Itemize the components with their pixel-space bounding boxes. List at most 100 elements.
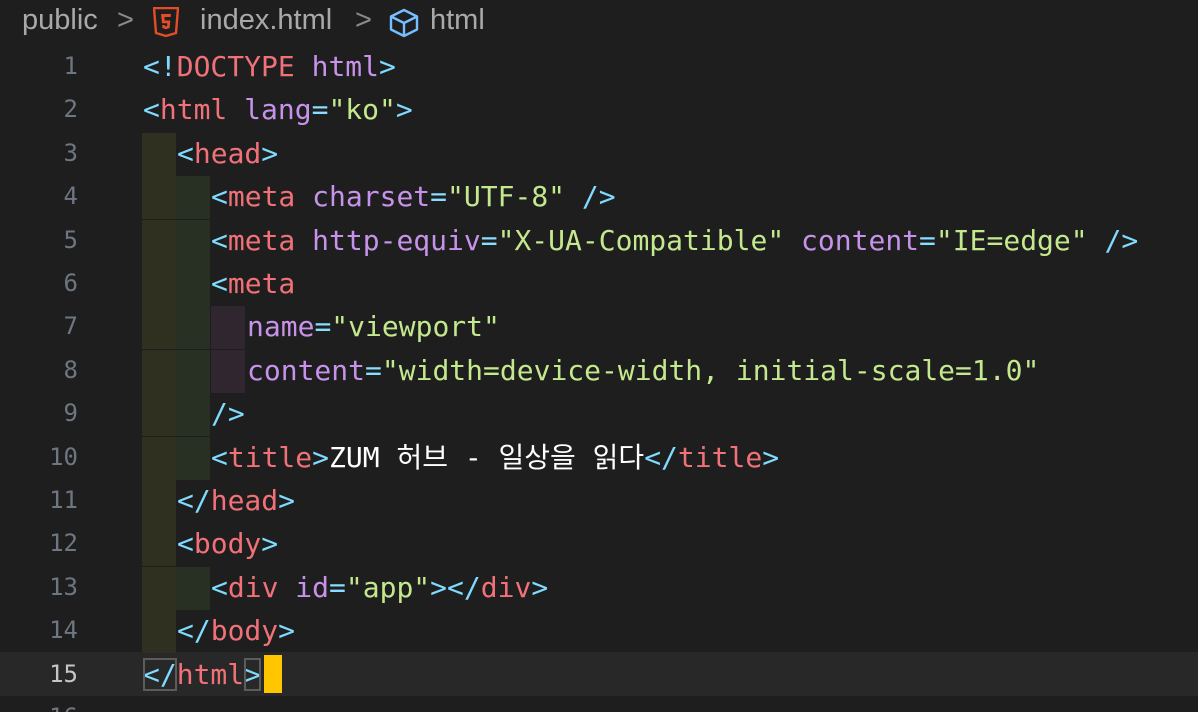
indent-guide bbox=[142, 176, 176, 220]
breadcrumb-separator: > bbox=[355, 4, 372, 36]
code-text[interactable]: <meta http-equiv="X-UA-Compatible" conte… bbox=[211, 223, 1138, 259]
code-text[interactable]: </body> bbox=[177, 613, 295, 649]
html5-icon bbox=[152, 6, 180, 38]
line-number: 13 bbox=[49, 572, 78, 601]
code-token: /> bbox=[1104, 223, 1139, 257]
breadcrumb-file[interactable]: index.html bbox=[200, 4, 332, 37]
code-token: html bbox=[159, 93, 228, 127]
code-token: head bbox=[193, 136, 262, 170]
indent-guide bbox=[176, 349, 210, 393]
code-token: html bbox=[176, 657, 245, 691]
code-token: content bbox=[801, 223, 920, 257]
code-token: body bbox=[210, 614, 279, 648]
code-token: "width=device-width, initial-scale=1.0" bbox=[381, 353, 1040, 387]
breadcrumb-folder[interactable]: public bbox=[22, 4, 98, 37]
code-text[interactable]: <!DOCTYPE html> bbox=[143, 49, 396, 85]
code-line[interactable]: 13 <div id="app"></div> bbox=[0, 566, 1198, 610]
code-text[interactable]: /> bbox=[211, 396, 245, 432]
code-text[interactable]: <meta charset="UTF-8" /> bbox=[211, 179, 616, 215]
code-text[interactable]: <div id="app"></div> bbox=[211, 570, 548, 606]
indent-guide bbox=[176, 219, 210, 263]
code-token: </ bbox=[177, 484, 211, 517]
indent-guide bbox=[142, 480, 176, 523]
code-token: http-equiv bbox=[312, 223, 481, 257]
code-token: = bbox=[430, 180, 448, 214]
code-line[interactable]: 1 <!DOCTYPE html> bbox=[0, 46, 1198, 89]
line-number: 1 bbox=[63, 52, 78, 80]
code-token: = bbox=[311, 93, 329, 127]
code-token: body bbox=[193, 527, 262, 561]
line-number: 10 bbox=[49, 442, 78, 471]
code-token: </ bbox=[177, 614, 211, 648]
indent-guide bbox=[176, 566, 210, 610]
code-token: = bbox=[919, 223, 936, 257]
code-line[interactable]: 2 <html lang="ko"> bbox=[0, 89, 1198, 132]
code-line[interactable]: 8 content="width=device-width, initial-sc… bbox=[0, 349, 1198, 393]
code-token: < bbox=[211, 223, 228, 257]
code-text[interactable]: content="width=device-width, initial-sca… bbox=[247, 353, 1039, 389]
indent-guide bbox=[142, 132, 176, 176]
code-line[interactable]: 4 <meta charset="UTF-8" /> bbox=[0, 176, 1198, 220]
code-token: </ bbox=[644, 440, 678, 474]
code-token: DOCTYPE bbox=[176, 50, 295, 83]
code-text[interactable]: <meta bbox=[211, 266, 295, 302]
code-text[interactable]: <html lang="ko"> bbox=[143, 92, 413, 128]
code-line[interactable]: 16 bbox=[0, 697, 1198, 712]
indent-guide bbox=[211, 349, 245, 393]
code-token: > bbox=[379, 50, 396, 83]
code-line[interactable]: 6 <meta bbox=[0, 263, 1198, 306]
code-line[interactable]: 14 </body> bbox=[0, 610, 1198, 654]
code-line[interactable]: 11 </head> bbox=[0, 480, 1198, 523]
code-text[interactable]: </head> bbox=[177, 483, 295, 519]
code-token: > bbox=[261, 136, 279, 170]
indent-guide bbox=[176, 436, 210, 480]
code-text[interactable]: name="viewport" bbox=[247, 309, 500, 345]
code-token: > bbox=[395, 93, 413, 127]
code-token: lang bbox=[244, 93, 312, 127]
code-token: ></ bbox=[430, 570, 481, 604]
code-token: > bbox=[762, 440, 780, 474]
code-token: < bbox=[211, 267, 228, 300]
code-text[interactable]: </html> bbox=[143, 657, 262, 693]
text-cursor bbox=[264, 655, 282, 693]
code-token: "X-UA-Compatible" bbox=[497, 223, 785, 257]
code-line[interactable]: 15 </html> bbox=[0, 654, 1198, 697]
code-token: ZUM 허브 - 일상을 읽다 bbox=[329, 440, 645, 474]
indent-guide bbox=[142, 349, 176, 393]
code-editor[interactable]: 1 <!DOCTYPE html> 2 <html lang="ko"> 3 <head>… bbox=[0, 46, 1198, 712]
line-number: 9 bbox=[63, 399, 78, 428]
code-token: div bbox=[227, 570, 279, 604]
code-token: > bbox=[278, 614, 296, 648]
code-line[interactable]: 5 <meta http-equiv="X-UA-Compatible" cont… bbox=[0, 219, 1198, 263]
code-line[interactable]: 3 <head> bbox=[0, 132, 1198, 176]
code-token: div bbox=[480, 570, 532, 604]
line-number: 3 bbox=[63, 138, 78, 167]
code-token: = bbox=[329, 570, 346, 604]
indent-guide bbox=[211, 306, 245, 350]
breadcrumb-symbol[interactable]: html bbox=[430, 4, 485, 37]
code-text[interactable]: <body> bbox=[177, 526, 278, 562]
indent-guide bbox=[176, 263, 210, 306]
code-token: id bbox=[295, 570, 330, 604]
code-line[interactable]: 7 name="viewport" bbox=[0, 306, 1198, 350]
line-number: 4 bbox=[63, 182, 78, 211]
code-token: = bbox=[365, 353, 382, 387]
code-line[interactable]: 12 <body> bbox=[0, 523, 1198, 567]
code-text[interactable]: <head> bbox=[177, 136, 278, 172]
code-token: < bbox=[177, 136, 194, 170]
indent-guide bbox=[142, 523, 176, 567]
line-number: 2 bbox=[63, 95, 78, 124]
code-text[interactable]: <title>ZUM 허브 - 일상을 읽다</title> bbox=[211, 440, 779, 476]
code-line[interactable]: 9 /> bbox=[0, 393, 1198, 437]
code-token: /> bbox=[211, 397, 245, 431]
line-number: 16 bbox=[0, 703, 78, 712]
code-token: </ bbox=[143, 657, 177, 691]
code-token: meta bbox=[227, 180, 296, 214]
code-line[interactable]: 10 <title>ZUM 허브 - 일상을 읽다</title> bbox=[0, 436, 1198, 480]
breadcrumb: public > index.html > html bbox=[0, 0, 1198, 48]
